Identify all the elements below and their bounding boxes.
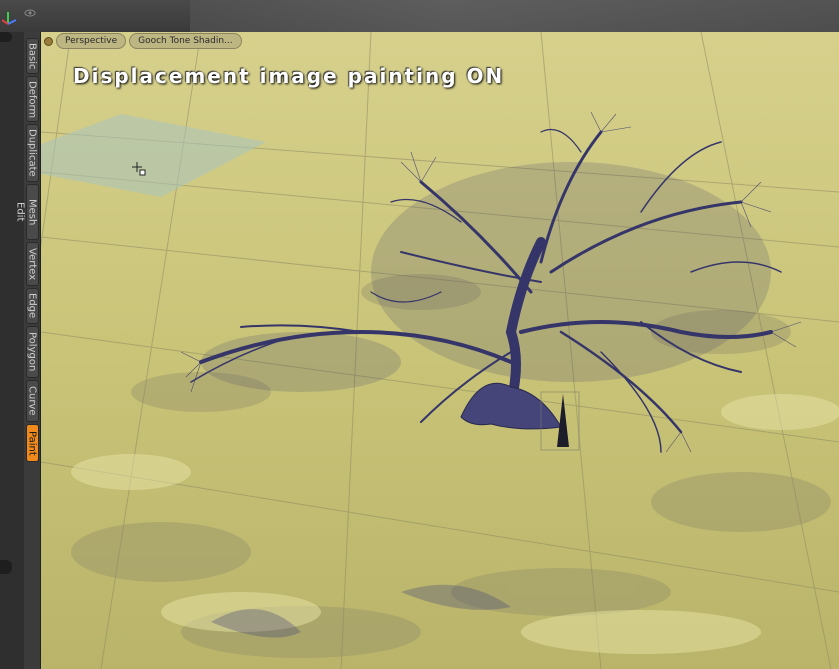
tool-scroll-thumb-lower[interactable] (0, 560, 12, 574)
paint-cursor-icon (132, 162, 146, 176)
viewport-options-icon[interactable] (44, 36, 53, 46)
3d-viewport[interactable]: Perspective Gooch Tone Shadin... Displac… (41, 32, 839, 669)
paint-mode-message: Displacement image painting ON (73, 64, 505, 88)
viewport-header: Perspective Gooch Tone Shadin... (41, 32, 839, 50)
tab-edge[interactable]: Edge (25, 288, 39, 324)
tool-scroll-track (0, 32, 24, 669)
tab-duplicate[interactable]: Duplicate (25, 124, 39, 182)
tab-basic[interactable]: Basic (25, 38, 39, 74)
view-mode-dropdown[interactable]: Perspective (56, 33, 127, 49)
top-bar-background (190, 0, 839, 32)
eye-icon[interactable] (24, 8, 36, 18)
top-bar (0, 0, 839, 32)
tab-polygon[interactable]: Polygon (25, 326, 39, 378)
tab-mesh-edit[interactable]: Mesh Edit (15, 184, 39, 240)
tab-curve[interactable]: Curve (25, 380, 39, 422)
tab-vertex[interactable]: Vertex (25, 242, 39, 286)
terrain-scene[interactable] (41, 32, 839, 669)
tab-paint[interactable]: Paint (25, 424, 39, 462)
tool-tab-strip: Basic Deform Duplicate Mesh Edit Vertex … (0, 32, 41, 669)
tool-tab-list: Basic Deform Duplicate Mesh Edit Vertex … (15, 38, 39, 464)
tab-deform[interactable]: Deform (25, 76, 39, 122)
shading-mode-dropdown[interactable]: Gooch Tone Shadin... (129, 33, 242, 49)
tool-scroll-thumb[interactable] (0, 32, 12, 42)
axis-icon (2, 12, 17, 25)
